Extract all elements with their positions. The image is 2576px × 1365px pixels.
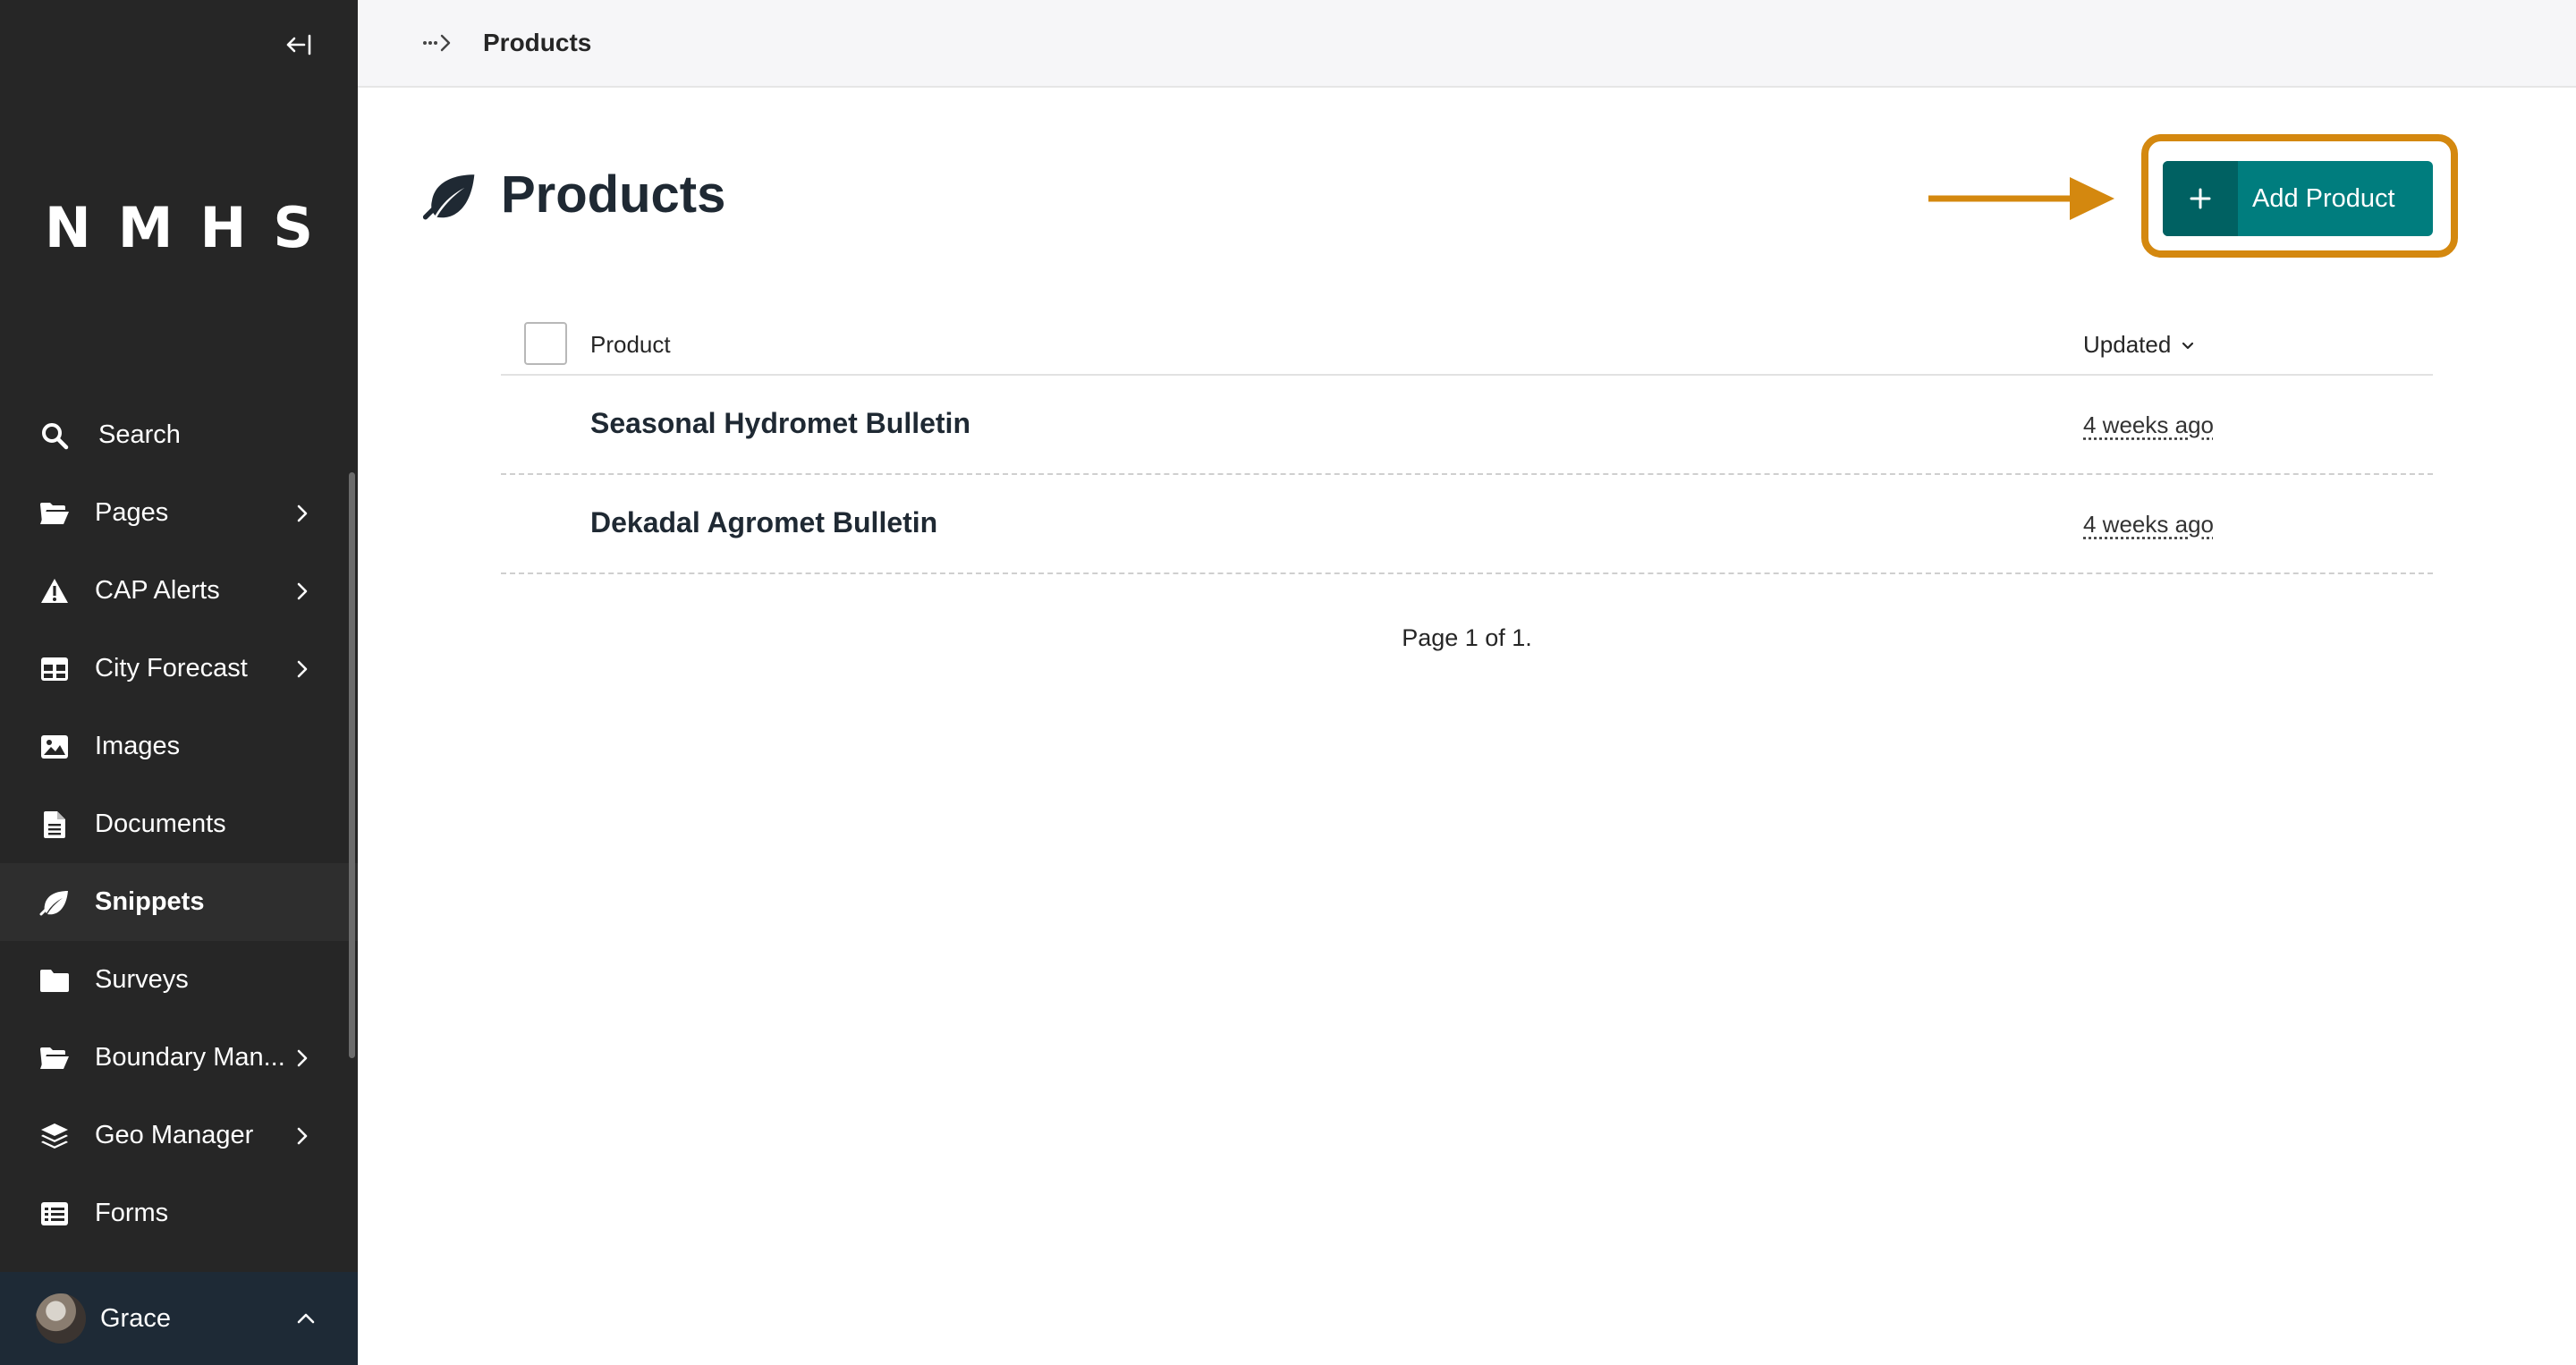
updated-timestamp: 4 weeks ago	[2083, 411, 2214, 438]
sidebar-item-label: Surveys	[95, 965, 189, 994]
avatar	[36, 1293, 86, 1344]
product-title-link[interactable]: Seasonal Hydromet Bulletin	[590, 407, 970, 440]
sidebar-item-images[interactable]: Images	[0, 708, 358, 785]
image-icon	[38, 730, 72, 764]
sidebar-item-cap-alerts[interactable]: CAP Alerts	[0, 552, 358, 630]
chevron-right-icon	[297, 1127, 308, 1144]
chevron-right-icon	[297, 660, 308, 677]
sidebar-item-label: Images	[95, 732, 181, 760]
table-row: Dekadal Agromet Bulletin 4 weeks ago	[501, 475, 2433, 574]
sidebar-nav: Search Pages CAP Alerts City Forecast Im…	[0, 396, 358, 1252]
chevron-right-icon	[297, 504, 308, 521]
page-title: Products	[501, 165, 726, 224]
table-row: Seasonal Hydromet Bulletin 4 weeks ago	[501, 376, 2433, 475]
updated-timestamp: 4 weeks ago	[2083, 511, 2214, 538]
sidebar-item-label: CAP Alerts	[95, 576, 220, 605]
list-icon	[38, 1197, 72, 1231]
breadcrumb-ellipsis-icon	[423, 34, 451, 52]
sidebar-item-search[interactable]: Search	[0, 396, 358, 474]
sidebar-item-label: Snippets	[95, 887, 205, 916]
leaf-icon	[422, 174, 475, 220]
select-all-checkbox[interactable]	[524, 322, 567, 365]
breadcrumb-expand-button[interactable]	[422, 27, 458, 59]
breadcrumb-current: Products	[483, 29, 592, 56]
header-bar: Products	[358, 0, 2576, 88]
table-header: Product Updated	[501, 315, 2433, 376]
plus-icon	[2163, 161, 2238, 236]
sidebar-item-label: Boundary Man...	[95, 1043, 285, 1072]
user-menu[interactable]: Grace	[0, 1272, 358, 1365]
sidebar-item-boundary-manager[interactable]: Boundary Man...	[0, 1019, 358, 1097]
chevron-up-icon	[297, 1313, 315, 1324]
sidebar-item-label: Forms	[95, 1199, 169, 1227]
sidebar-item-label: Documents	[95, 810, 226, 838]
sidebar: NMHS Search Pages CAP Alerts City Foreca…	[0, 0, 358, 1365]
sidebar-item-label: City Forecast	[95, 654, 248, 682]
collapse-icon	[286, 34, 311, 55]
sidebar-item-forms[interactable]: Forms	[0, 1174, 358, 1252]
logo: NMHS	[44, 195, 341, 260]
leaf-icon	[38, 886, 72, 920]
column-header-updated-label: Updated	[2083, 331, 2172, 358]
sidebar-item-city-forecast[interactable]: City Forecast	[0, 630, 358, 708]
annotation-arrow-icon	[1928, 177, 2114, 220]
sidebar-item-label: Pages	[95, 498, 169, 527]
folder-open-icon	[38, 1041, 72, 1075]
document-icon	[38, 808, 72, 842]
products-table: Product Updated Seasonal Hydromet Bullet…	[501, 315, 2433, 574]
warning-icon	[38, 574, 72, 608]
layers-icon	[38, 1119, 72, 1153]
collapse-sidebar-button[interactable]	[279, 27, 318, 63]
add-product-button[interactable]: Add Product	[2163, 161, 2433, 236]
search-icon	[38, 419, 72, 453]
sidebar-item-snippets[interactable]: Snippets	[0, 863, 358, 941]
chevron-right-icon	[297, 582, 308, 599]
sidebar-item-label: Geo Manager	[95, 1121, 254, 1149]
folder-icon	[38, 963, 72, 997]
column-header-product: Product	[590, 331, 671, 358]
chevron-down-icon	[2182, 342, 2194, 349]
column-header-updated[interactable]: Updated	[2083, 331, 2196, 359]
sidebar-item-documents[interactable]: Documents	[0, 785, 358, 863]
user-name: Grace	[100, 1304, 171, 1333]
sidebar-item-geo-manager[interactable]: Geo Manager	[0, 1097, 358, 1174]
product-title-link[interactable]: Dekadal Agromet Bulletin	[590, 506, 937, 539]
chevron-right-icon	[297, 1049, 308, 1066]
pagination-text: Page 1 of 1.	[1402, 624, 1532, 651]
sidebar-item-pages[interactable]: Pages	[0, 474, 358, 552]
sidebar-item-label: Search	[98, 420, 181, 449]
sidebar-item-surveys[interactable]: Surveys	[0, 941, 358, 1019]
folder-open-icon	[38, 496, 72, 530]
add-product-label: Add Product	[2252, 183, 2395, 213]
table-icon	[38, 652, 72, 686]
sidebar-scrollbar[interactable]	[349, 472, 355, 1058]
